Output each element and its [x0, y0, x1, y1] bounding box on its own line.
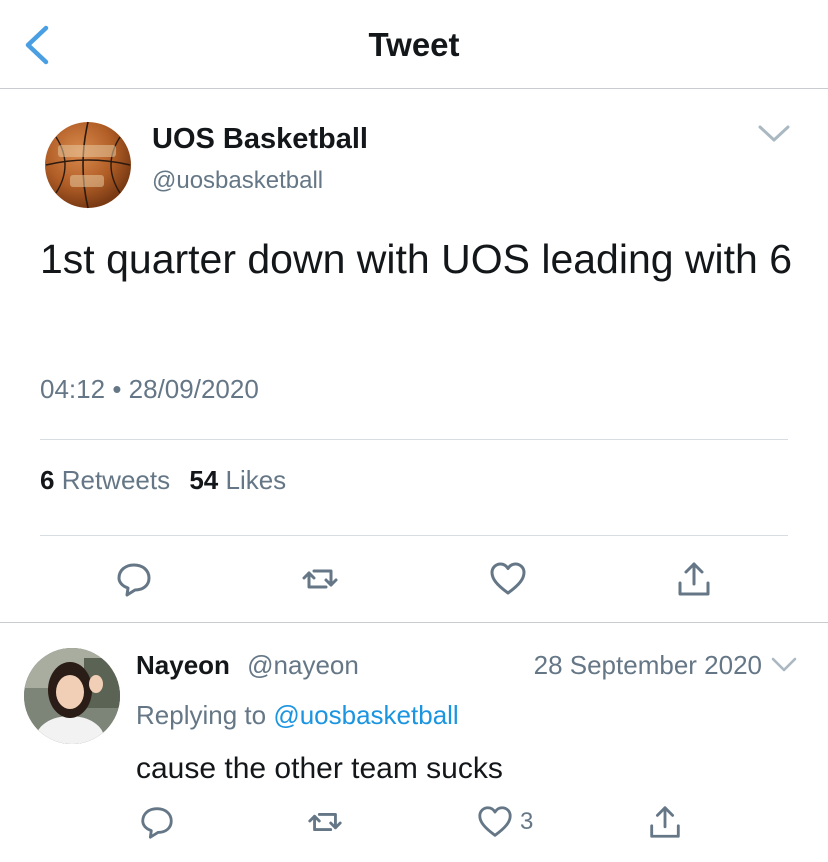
reply-button[interactable]	[114, 559, 154, 599]
speech-bubble-icon	[141, 807, 173, 839]
reply-action-bar: 3	[0, 802, 828, 842]
speech-bubble-icon	[117, 563, 151, 597]
author-handle[interactable]: @uosbasketball	[152, 167, 323, 195]
reply-author-name[interactable]: Nayeon	[136, 650, 230, 680]
retweets-count: 6	[40, 465, 55, 495]
avatar[interactable]	[44, 121, 132, 209]
likes-stat[interactable]: 54 Likes	[189, 465, 286, 495]
timestamp-separator: •	[112, 374, 122, 404]
share-button[interactable]	[674, 559, 714, 599]
reply-header: Nayeon @nayeon	[136, 650, 359, 681]
author-name[interactable]: UOS Basketball	[152, 123, 368, 156]
retweet-button[interactable]	[300, 559, 340, 599]
likes-count: 54	[189, 465, 219, 495]
page-title: Tweet	[368, 26, 460, 63]
retweet-icon	[308, 812, 342, 832]
divider	[40, 439, 788, 440]
separator	[0, 622, 828, 623]
replying-to-mention[interactable]: @uosbasketball	[273, 700, 458, 730]
like-button[interactable]	[488, 559, 528, 599]
chevron-down-icon[interactable]	[770, 656, 798, 674]
tweet-text: 1st quarter down with UOS leading with 6	[40, 236, 793, 282]
main-tweet: UOS Basketball @uosbasketball 1st quarte…	[0, 89, 828, 622]
reply-like-count: 3	[520, 808, 534, 835]
reply-text: cause the other team sucks	[136, 752, 503, 785]
tweet-stats: 6 Retweets 54 Likes	[40, 465, 298, 496]
reply-button[interactable]	[138, 802, 176, 842]
divider	[40, 535, 788, 536]
avatar[interactable]	[24, 648, 120, 744]
tweet-time: 04:12	[40, 374, 106, 404]
replying-to: Replying to @uosbasketball	[136, 700, 459, 731]
heart-icon	[478, 806, 512, 837]
share-icon	[678, 562, 710, 596]
likes-label: Likes	[225, 465, 287, 495]
retweet-button[interactable]	[306, 802, 344, 842]
reply-author-handle[interactable]: @nayeon	[247, 650, 359, 680]
tweet-timestamp: 04:12 • 28/09/2020	[40, 374, 259, 405]
tweet-date: 28/09/2020	[128, 374, 259, 404]
tweet-action-bar	[0, 559, 828, 599]
share-button[interactable]	[646, 802, 684, 842]
retweets-stat[interactable]: 6 Retweets	[40, 465, 177, 495]
replying-to-label: Replying to	[136, 700, 267, 730]
retweets-label: Retweets	[61, 465, 171, 495]
reply-date: 28 September 2020	[533, 650, 762, 680]
retweet-icon	[302, 569, 338, 589]
nav-bar: Tweet	[0, 0, 828, 89]
reply-tweet[interactable]: Nayeon @nayeon 28 September 2020 Replyin…	[0, 624, 828, 862]
share-icon	[650, 806, 680, 838]
like-button[interactable]	[476, 802, 514, 842]
heart-icon	[490, 562, 526, 595]
chevron-down-icon[interactable]	[756, 123, 792, 145]
